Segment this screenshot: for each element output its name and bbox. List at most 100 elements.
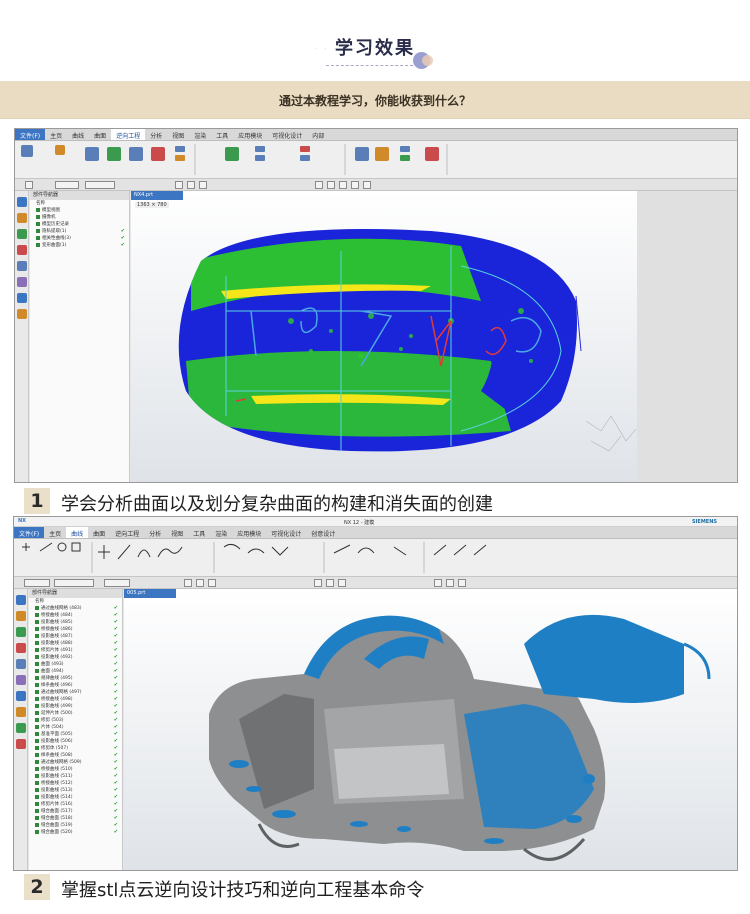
nav-row[interactable]: 曲面 (494) ✔	[29, 668, 122, 675]
constraint-icon[interactable]	[16, 627, 26, 637]
nav-row[interactable]: 修剪片体 (491) ✔	[29, 647, 122, 654]
nav-row[interactable]: 规律曲线 (495) ✔	[29, 675, 122, 682]
nav-row[interactable]: 桥接曲线 (510) ✔	[29, 766, 122, 773]
nav-row[interactable]: 修剪体 (507) ✔	[29, 745, 122, 752]
nav-row[interactable]: 片体 (504) ✔	[29, 724, 122, 731]
curve-tool-icon[interactable]	[453, 544, 467, 556]
tab-apps[interactable]: 应用模块	[233, 129, 267, 140]
snap-icon[interactable]	[199, 181, 207, 189]
spline-icon[interactable]	[157, 546, 183, 558]
snap-icon[interactable]	[314, 579, 322, 587]
nav-row[interactable]: 样条曲线 (508) ✔	[29, 752, 122, 759]
constraint-icon[interactable]	[17, 229, 27, 239]
palette-icon[interactable]	[16, 739, 26, 749]
selection-dropdown[interactable]	[104, 579, 130, 587]
nav-row[interactable]: 投影曲线 (513) ✔	[29, 787, 122, 794]
snap-icon[interactable]	[196, 579, 204, 587]
rectangle-icon[interactable]	[71, 542, 81, 552]
tool-icon[interactable]	[400, 155, 410, 161]
tool-icon[interactable]	[21, 145, 33, 157]
reuse-library-icon[interactable]	[16, 643, 26, 653]
nav-row[interactable]: 投影曲线 (511) ✔	[29, 773, 122, 780]
project-curve-icon[interactable]	[247, 548, 265, 554]
tool-icon[interactable]	[375, 147, 389, 161]
nav-row[interactable]: 修剪片体 (516) ✔	[29, 801, 122, 808]
nav-row[interactable]: 桥接曲线 (486) ✔	[29, 626, 122, 633]
tool-icon[interactable]	[355, 147, 369, 161]
tool-icon[interactable]	[175, 146, 185, 152]
snap-icon[interactable]	[187, 181, 195, 189]
roles-icon[interactable]	[16, 707, 26, 717]
nav-row[interactable]: 投影曲线 (492) ✔	[29, 654, 122, 661]
nav-row[interactable]: 投影曲线 (485) ✔	[29, 619, 122, 626]
tab-file[interactable]: 文件(F)	[15, 129, 46, 140]
snap-icon[interactable]	[458, 579, 466, 587]
nav-row[interactable]: 投影曲线 (488) ✔	[29, 640, 122, 647]
tool-icon[interactable]	[300, 155, 310, 161]
tab-render[interactable]: 渲染	[210, 527, 232, 538]
nav-row[interactable]: 桥接曲线 (512) ✔	[29, 780, 122, 787]
filter-dropdown[interactable]	[24, 579, 50, 587]
nav-row[interactable]: 投影曲线 (506) ✔	[29, 738, 122, 745]
scope-dropdown[interactable]	[54, 579, 94, 587]
nav-row[interactable]: 缝合曲面 (520) ✔	[29, 829, 122, 836]
tab-vis[interactable]: 可视化设计	[266, 527, 306, 538]
web-browser-icon[interactable]	[16, 659, 26, 669]
snap-icon[interactable]	[434, 579, 442, 587]
reuse-library-icon[interactable]	[17, 245, 27, 255]
snap-icon[interactable]	[327, 181, 335, 189]
snap-icon[interactable]	[351, 181, 359, 189]
nav-row[interactable]: 基准平面 (505) ✔	[29, 731, 122, 738]
tab-tools[interactable]: 工具	[211, 129, 233, 140]
nav-row[interactable]: 缝合曲面 (517) ✔	[29, 808, 122, 815]
tab-home[interactable]: 主页	[45, 129, 67, 140]
curve-tool-icon[interactable]	[393, 546, 407, 556]
curve-tool-icon[interactable]	[473, 544, 487, 556]
nav-row[interactable]: 曲面 (493) ✔	[29, 661, 122, 668]
nav-row[interactable]: 样条曲线 (496) ✔	[29, 682, 122, 689]
nav-row[interactable]: 名称	[30, 200, 129, 207]
tab-vis[interactable]: 可视化设计	[267, 129, 307, 140]
point-icon[interactable]	[22, 543, 30, 551]
tool-icon[interactable]	[255, 146, 265, 152]
tab-apps[interactable]: 应用模块	[232, 527, 266, 538]
tab-creative[interactable]: 创意设计	[306, 527, 340, 538]
nav-row[interactable]: 通过曲线网格 (509) ✔	[29, 759, 122, 766]
curve-tool-icon[interactable]	[433, 544, 447, 556]
tool-icon[interactable]	[175, 155, 185, 161]
snap-icon[interactable]	[339, 181, 347, 189]
tool-icon[interactable]	[55, 145, 65, 155]
tab-analysis[interactable]: 分析	[145, 129, 167, 140]
web-browser-icon[interactable]	[17, 261, 27, 271]
tab-view[interactable]: 视图	[167, 129, 189, 140]
snap-icon[interactable]	[175, 181, 183, 189]
graphics-window[interactable]: 005.prt	[124, 589, 737, 870]
tab-render[interactable]: 渲染	[189, 129, 211, 140]
nav-row[interactable]: 摄像机	[30, 214, 129, 221]
tab-reverse[interactable]: 逆向工程	[111, 129, 146, 140]
snap-icon[interactable]	[208, 579, 216, 587]
tab-tools[interactable]: 工具	[188, 527, 210, 538]
nav-row[interactable]: 通过曲线网格 (483) ✔	[29, 605, 122, 612]
nav-row[interactable]: 延伸片体 (500) ✔	[29, 710, 122, 717]
nav-row[interactable]: 相关性曲线(3) ✔	[30, 235, 129, 242]
tab-analysis[interactable]: 分析	[144, 527, 166, 538]
snap-icon[interactable]	[363, 181, 371, 189]
tab-surface[interactable]: 曲面	[89, 129, 111, 140]
snap-icon[interactable]	[315, 181, 323, 189]
scope-dropdown[interactable]	[85, 181, 115, 189]
line-icon[interactable]	[117, 544, 131, 560]
tool-icon[interactable]	[300, 146, 310, 152]
clock-icon[interactable]	[16, 723, 26, 733]
part-navigator-icon[interactable]	[16, 595, 26, 605]
nav-row[interactable]: 名称	[29, 598, 122, 605]
edit-curve-icon[interactable]	[333, 544, 351, 554]
tool-icon[interactable]	[225, 147, 239, 161]
roles-icon[interactable]	[17, 309, 27, 319]
nav-row[interactable]: 模型历史记录	[30, 221, 129, 228]
tab-reverse[interactable]: 逆向工程	[110, 527, 144, 538]
tool-icon[interactable]	[129, 147, 143, 161]
arc-icon[interactable]	[137, 549, 151, 558]
point-icon[interactable]	[98, 545, 110, 559]
tool-icon[interactable]	[85, 147, 99, 161]
